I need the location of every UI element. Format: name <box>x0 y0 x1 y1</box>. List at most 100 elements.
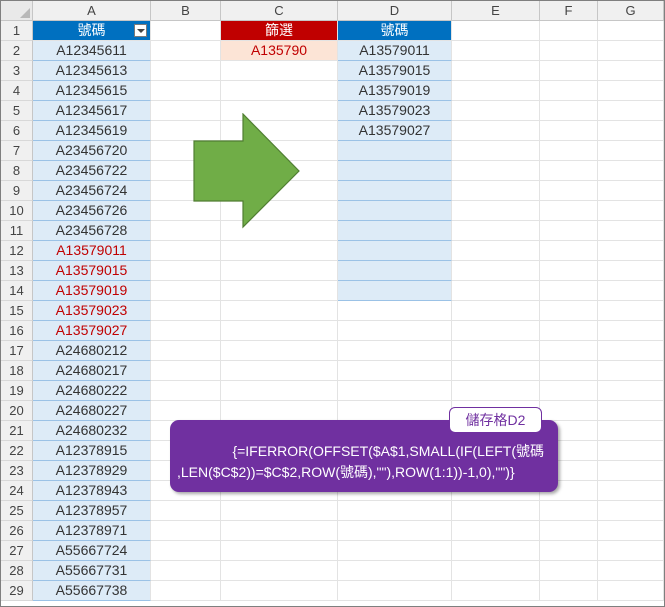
cell[interactable] <box>221 281 338 301</box>
cell[interactable] <box>151 401 221 421</box>
cell[interactable] <box>151 261 221 281</box>
cell[interactable] <box>598 501 664 521</box>
cell[interactable] <box>598 241 664 261</box>
cell[interactable] <box>151 241 221 261</box>
cell[interactable] <box>540 181 598 201</box>
row-header-11[interactable]: 11 <box>1 221 33 241</box>
cell[interactable] <box>338 561 452 581</box>
cell[interactable] <box>540 341 598 361</box>
cell[interactable] <box>151 321 221 341</box>
number-cell[interactable]: A13579027 <box>33 321 151 341</box>
cell[interactable] <box>540 361 598 381</box>
cell[interactable] <box>598 201 664 221</box>
column-header-b[interactable]: B <box>151 1 221 21</box>
row-header-19[interactable]: 19 <box>1 381 33 401</box>
number-cell[interactable]: A24680232 <box>33 421 151 441</box>
cell[interactable] <box>598 41 664 61</box>
cell[interactable] <box>598 141 664 161</box>
cell[interactable] <box>452 381 540 401</box>
number-cell[interactable]: A12378915 <box>33 441 151 461</box>
cell[interactable] <box>598 561 664 581</box>
row-header-25[interactable]: 25 <box>1 501 33 521</box>
row-header-15[interactable]: 15 <box>1 301 33 321</box>
result-cell[interactable] <box>338 261 452 281</box>
cell[interactable] <box>151 301 221 321</box>
cell[interactable] <box>452 501 540 521</box>
cell[interactable] <box>452 301 540 321</box>
cell[interactable] <box>221 301 338 321</box>
number-cell[interactable]: A12345615 <box>33 81 151 101</box>
cell[interactable] <box>452 41 540 61</box>
row-header-4[interactable]: 4 <box>1 81 33 101</box>
cell[interactable] <box>540 581 598 601</box>
number-cell[interactable]: A13579019 <box>33 281 151 301</box>
cell[interactable] <box>151 21 221 41</box>
result-cell[interactable] <box>338 241 452 261</box>
row-header-1[interactable]: 1 <box>1 21 33 41</box>
cell[interactable] <box>221 261 338 281</box>
number-cell[interactable]: A24680212 <box>33 341 151 361</box>
result-cell[interactable]: A13579011 <box>338 41 452 61</box>
cell[interactable] <box>540 41 598 61</box>
cell[interactable] <box>221 401 338 421</box>
number-cell[interactable]: A12345619 <box>33 121 151 141</box>
number-cell[interactable]: A55667731 <box>33 561 151 581</box>
number-cell[interactable]: A23456724 <box>33 181 151 201</box>
cell[interactable] <box>221 541 338 561</box>
cell[interactable] <box>151 521 221 541</box>
cell[interactable] <box>540 541 598 561</box>
cell[interactable] <box>452 521 540 541</box>
column-header-a[interactable]: A <box>33 1 151 21</box>
result-cell[interactable] <box>338 221 452 241</box>
result-cell[interactable]: A13579019 <box>338 81 452 101</box>
cell[interactable] <box>452 121 540 141</box>
result-cell[interactable] <box>338 141 452 161</box>
cell[interactable] <box>452 221 540 241</box>
cell[interactable] <box>338 521 452 541</box>
number-cell[interactable]: A12345611 <box>33 41 151 61</box>
column-header-g[interactable]: G <box>598 1 664 21</box>
cell[interactable] <box>598 521 664 541</box>
result-cell[interactable] <box>338 181 452 201</box>
number-cell[interactable]: A12345617 <box>33 101 151 121</box>
cell[interactable] <box>598 261 664 281</box>
cell[interactable] <box>452 241 540 261</box>
row-header-7[interactable]: 7 <box>1 141 33 161</box>
result-cell[interactable]: A13579027 <box>338 121 452 141</box>
column-header-e[interactable]: E <box>452 1 540 21</box>
cell[interactable] <box>540 61 598 81</box>
row-header-21[interactable]: 21 <box>1 421 33 441</box>
row-header-23[interactable]: 23 <box>1 461 33 481</box>
cell[interactable] <box>598 321 664 341</box>
cell[interactable] <box>452 341 540 361</box>
row-header-17[interactable]: 17 <box>1 341 33 361</box>
row-header-8[interactable]: 8 <box>1 161 33 181</box>
column-header-c[interactable]: C <box>221 1 338 21</box>
cell[interactable] <box>221 381 338 401</box>
cell[interactable] <box>151 341 221 361</box>
cell[interactable] <box>598 281 664 301</box>
cell[interactable] <box>540 221 598 241</box>
cell[interactable] <box>540 21 598 41</box>
result-cell[interactable] <box>338 161 452 181</box>
number-cell[interactable]: A24680227 <box>33 401 151 421</box>
row-header-29[interactable]: 29 <box>1 581 33 601</box>
cell[interactable] <box>598 341 664 361</box>
cell[interactable] <box>338 501 452 521</box>
cell[interactable] <box>540 501 598 521</box>
cell[interactable] <box>338 581 452 601</box>
cell[interactable] <box>338 541 452 561</box>
cell[interactable] <box>598 81 664 101</box>
row-header-3[interactable]: 3 <box>1 61 33 81</box>
cell[interactable] <box>540 161 598 181</box>
cell[interactable] <box>452 321 540 341</box>
number-cell[interactable]: A23456726 <box>33 201 151 221</box>
number-cell[interactable]: A55667738 <box>33 581 151 601</box>
cell[interactable] <box>598 301 664 321</box>
row-header-10[interactable]: 10 <box>1 201 33 221</box>
cell[interactable] <box>452 541 540 561</box>
row-header-27[interactable]: 27 <box>1 541 33 561</box>
result-cell[interactable]: A13579023 <box>338 101 452 121</box>
cell[interactable] <box>452 101 540 121</box>
cell[interactable] <box>221 61 338 81</box>
